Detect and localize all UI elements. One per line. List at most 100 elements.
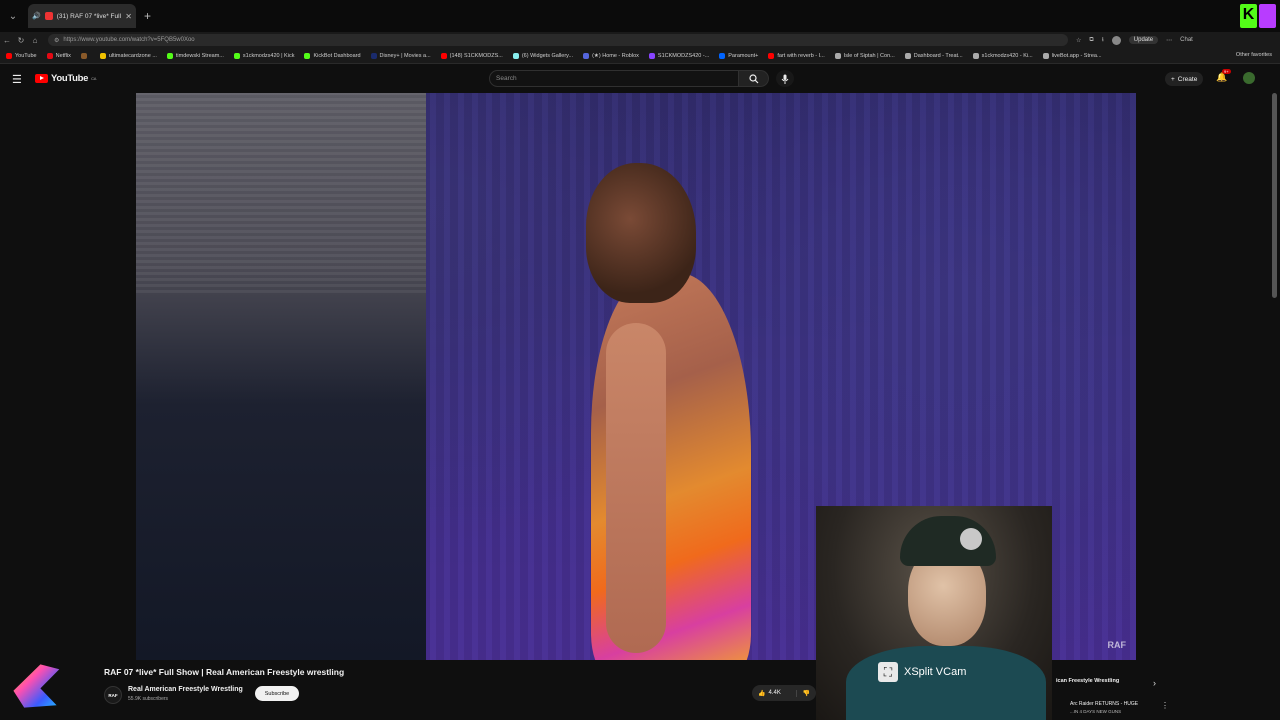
search-input[interactable]: Search	[489, 70, 739, 87]
search-icon	[748, 73, 758, 83]
bookmark-item[interactable]: fart with reverb - I...	[768, 52, 825, 59]
bookmark-label: fart with reverb - I...	[777, 52, 825, 59]
channel-watermark[interactable]: RAF	[1108, 640, 1127, 650]
more-actions-icon[interactable]: ⋮	[1161, 701, 1169, 710]
video-foreground-person	[136, 93, 426, 660]
bookmark-item[interactable]: (148) S1CKMODZS...	[440, 52, 503, 59]
dislike-button[interactable]: 👎	[796, 689, 816, 697]
youtube-favicon-icon	[44, 12, 53, 20]
hamburger-menu-icon[interactable]: ☰	[12, 73, 22, 86]
bookmarks-bar: YouTube Netflix ultimatecardzone ... timdew…	[0, 48, 1280, 64]
create-label: Create	[1177, 75, 1198, 83]
bookmark-favicon-icon	[233, 52, 240, 59]
bookmark-favicon-icon	[370, 52, 377, 59]
webcam-overlay: ⛶ XSplit VCam	[816, 506, 1052, 720]
bookmark-item[interactable]: S1CKMODZS420 -...	[648, 52, 710, 59]
streamer-logo	[13, 664, 60, 708]
profile-avatar[interactable]	[1111, 35, 1121, 45]
bookmark-item[interactable]: Disney+ | Movies a...	[370, 52, 431, 59]
page-scrollbar[interactable]	[1272, 93, 1277, 298]
bookmark-label: s1ckmodzs420 - Ki...	[981, 52, 1033, 59]
webcam-label: ⛶ XSplit VCam	[878, 662, 966, 682]
bookmark-label: S1CKMODZS420 -...	[657, 52, 710, 59]
more-options-icon[interactable]: ⋯	[1166, 37, 1172, 44]
bookmark-item[interactable]: (6) Widgets Gallery...	[512, 52, 573, 59]
bookmark-item[interactable]: Netflix	[46, 52, 71, 59]
back-icon[interactable]: ←	[0, 36, 14, 45]
account-avatar[interactable]	[1243, 72, 1255, 84]
xsplit-icon: ⛶	[878, 662, 898, 682]
bookmark-favicon-icon	[99, 52, 106, 59]
youtube-logo[interactable]: YouTube CA	[35, 73, 96, 84]
chevron-right-icon[interactable]: ›	[1153, 678, 1156, 688]
notifications-button[interactable]: 🔔 9+	[1216, 69, 1231, 83]
site-info-icon[interactable]: ⚙	[54, 37, 59, 44]
notification-badge: 9+	[1222, 69, 1231, 74]
update-button[interactable]: Update	[1128, 36, 1159, 44]
bookmark-item[interactable]: KickBot Dashboard	[304, 52, 361, 59]
browser-toolbar-right: ☆ ⧉ ⭳ Update ⋯ Chat	[1076, 35, 1193, 45]
bookmark-item[interactable]	[80, 52, 90, 59]
subscribe-button[interactable]: Subscribe	[255, 686, 299, 701]
browser-nav-bar: ← ↻ ⌂ ⚙ https://www.youtube.com/watch?v=…	[0, 32, 1280, 48]
bookmark-item[interactable]: s1ckmodzs420 | Kick	[233, 52, 295, 59]
search-button[interactable]	[739, 70, 769, 87]
bookmark-label: Isle of Siptah | Con...	[843, 52, 895, 59]
browser-tab[interactable]: 🔊 (31) RAF 07 *live* Full Show | R ✕	[28, 4, 136, 28]
bookmark-item[interactable]: Isle of Siptah | Con...	[834, 52, 895, 59]
bookmark-label: KickBot Dashboard	[313, 52, 361, 59]
bookmark-favicon-icon	[583, 52, 590, 59]
bookmark-label: s1ckmodzs420 | Kick	[242, 52, 295, 59]
bookmark-item[interactable]: Dashboard - Treat...	[904, 52, 963, 59]
region-code: CA	[91, 76, 97, 81]
bookmark-favicon-icon	[972, 52, 979, 59]
thumbs-up-icon: 👍	[758, 690, 766, 697]
recommended-video-title[interactable]: Arc Raider RETURNS - HUGE	[1070, 701, 1138, 707]
channel-avatar[interactable]: RAF	[104, 686, 122, 704]
create-button[interactable]: + Create	[1165, 72, 1204, 86]
home-icon[interactable]: ⌂	[28, 36, 42, 45]
bookmark-item[interactable]: s1ckmodzs420 - Ki...	[972, 52, 1033, 59]
bookmark-favicon-icon	[719, 52, 726, 59]
kick-logo-badge	[1259, 4, 1276, 28]
bookmark-favicon-icon	[1042, 52, 1049, 59]
like-button[interactable]: 👍 4.4K	[752, 690, 796, 697]
sidebar-channel-chip[interactable]: ican Freestyle Wrestling	[1056, 678, 1119, 684]
chat-button[interactable]: Chat	[1180, 37, 1193, 43]
bookmark-favicon-icon	[46, 52, 53, 59]
close-tab-icon[interactable]: ✕	[125, 12, 132, 21]
bookmark-favicon-icon	[80, 52, 87, 59]
bookmark-item[interactable]: timdewski Stream...	[166, 52, 224, 59]
bookmark-favicon-icon	[512, 52, 519, 59]
address-bar[interactable]: ⚙ https://www.youtube.com/watch?v=5FQB5w…	[48, 34, 1068, 46]
bookmark-item[interactable]: (★) Home - Roblox	[583, 52, 639, 59]
other-favorites[interactable]: Other favorites	[1231, 52, 1272, 58]
download-icon[interactable]: ⭳	[1102, 35, 1104, 45]
bookmark-label: (★) Home - Roblox	[592, 52, 639, 59]
kick-logo: K	[1240, 4, 1276, 28]
video-title: RAF 07 *live* Full Show | Real American …	[104, 667, 345, 677]
bookmark-item[interactable]: liveBot.app - Strea...	[1042, 52, 1102, 59]
youtube-header: ☰ YouTube CA Search + Create 🔔 9+	[0, 65, 1280, 93]
favorite-star-icon[interactable]: ☆	[1076, 37, 1081, 44]
bookmark-favicon-icon	[440, 52, 447, 59]
bookmark-item[interactable]: ultimatecardzone ...	[99, 52, 157, 59]
voice-search-button[interactable]	[776, 70, 794, 87]
kick-logo-letter: K	[1240, 4, 1257, 28]
bookmark-item[interactable]: YouTube	[6, 52, 37, 59]
bookmark-favicon-icon	[648, 52, 655, 59]
channel-name[interactable]: Real American Freestyle Wrestling	[128, 686, 243, 693]
video-wrestler-head	[586, 163, 696, 303]
new-tab-icon[interactable]: +	[144, 9, 151, 23]
bookmark-item[interactable]: Paramount+	[719, 52, 758, 59]
plus-icon: +	[1171, 75, 1175, 83]
reload-icon[interactable]: ↻	[14, 36, 28, 45]
bookmark-label: Disney+ | Movies a...	[379, 52, 431, 59]
tab-list-chevron-icon[interactable]: ⌄	[4, 7, 22, 25]
tab-title: (31) RAF 07 *live* Full Show | R	[56, 12, 122, 20]
bookmark-label: Netflix	[55, 52, 71, 59]
like-count: 4.4K	[768, 690, 781, 696]
extensions-icon[interactable]: ⧉	[1089, 37, 1093, 44]
youtube-play-icon	[35, 74, 48, 83]
bookmark-favicon-icon	[834, 52, 841, 59]
